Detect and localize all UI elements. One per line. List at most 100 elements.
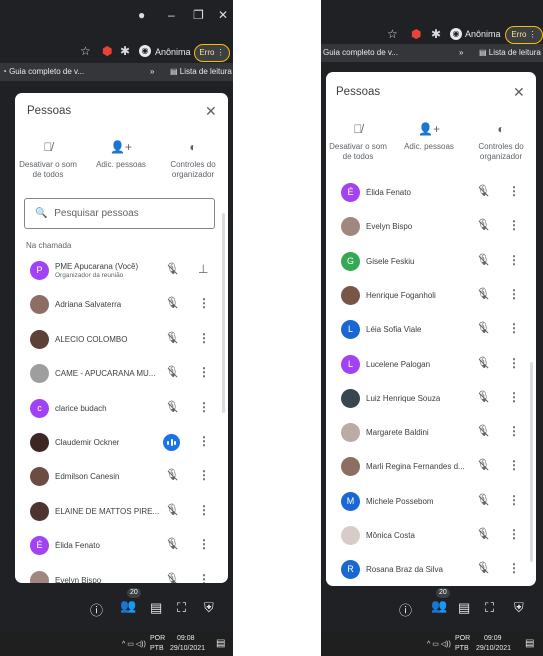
participant-row[interactable]: Henrique Foganholi 🎙 ⋮ (326, 281, 536, 311)
incognito-icon[interactable]: ◉ (450, 28, 462, 40)
mic-off-icon[interactable]: 🎙 (165, 296, 179, 312)
tray-icons[interactable]: ^ ▭ ◁)) (122, 640, 146, 648)
activities-icon[interactable]: ⛶ (485, 600, 494, 616)
participant-row[interactable]: L Lucelene Palogan 🎙 ⋮ (326, 350, 536, 380)
bookmark-item[interactable]: Guia completo de v... (323, 48, 398, 57)
mic-off-icon[interactable]: 🎙 (476, 561, 490, 577)
more-options-icon[interactable]: ⋮ (198, 400, 210, 414)
erro-button[interactable]: Erro ⋮ (194, 44, 230, 62)
participant-row[interactable]: Mônica Costa 🎙 ⋮ (326, 521, 536, 551)
record-icon[interactable]: ● (138, 8, 145, 22)
security-icon[interactable]: ⛨ (204, 600, 214, 616)
participant-row[interactable]: CAME - APUCARANA MU... 🎙 ⋮ (15, 359, 228, 389)
participant-row[interactable]: c clarice budach 🎙 ⋮ (15, 394, 228, 424)
more-options-icon[interactable]: ⋮ (508, 287, 520, 301)
puzzle-icon[interactable]: ✱ (431, 27, 441, 41)
more-options-icon[interactable]: ⋮ (508, 356, 520, 370)
more-options-icon[interactable]: ⋮ (508, 458, 520, 472)
mic-off-icon[interactable]: 🎙 (476, 321, 490, 337)
bookmarks-more[interactable]: » (150, 67, 154, 76)
more-options-icon[interactable]: ⋮ (508, 390, 520, 404)
more-options-icon[interactable]: ⋮ (508, 424, 520, 438)
participant-row[interactable]: M Michele Possebom 🎙 ⋮ (326, 487, 536, 517)
mic-off-icon[interactable]: 🎙 (476, 253, 490, 269)
notification-icon[interactable]: ▤ (525, 638, 534, 649)
search-input[interactable]: 🔍 Pesquisar pessoas (24, 198, 215, 229)
participant-row[interactable]: Evelyn Bispo 🎙 ⋮ (15, 566, 228, 583)
mic-off-icon[interactable]: 🎙 (476, 356, 490, 372)
mic-off-icon[interactable]: 🎙 (165, 365, 179, 381)
mic-off-icon[interactable]: 🎙 (165, 537, 179, 553)
add-people-button[interactable]: 👤+ Adic. pessoas (89, 140, 153, 170)
chat-icon[interactable]: ▤ (458, 600, 470, 616)
more-options-icon[interactable]: ⋮ (198, 572, 210, 583)
pin-icon[interactable]: ⊥ (198, 262, 208, 276)
more-options-icon[interactable]: ⋮ (198, 365, 210, 379)
host-controls-button[interactable]: ◐ Controles do organizador (466, 122, 536, 162)
minimize-icon[interactable]: – (168, 8, 175, 22)
more-options-icon[interactable]: ⋮ (508, 527, 520, 541)
mute-all-button[interactable]: 🎙̸ Desativar o som de todos (18, 140, 78, 180)
reading-list[interactable]: ▤ Lista de leitura (170, 67, 232, 76)
info-icon[interactable]: ⓘ (90, 600, 103, 619)
more-options-icon[interactable]: ⋮ (508, 321, 520, 335)
mic-off-icon[interactable]: 🎙 (165, 262, 179, 278)
info-icon[interactable]: ⓘ (399, 600, 412, 619)
incognito-icon[interactable]: ◉ (139, 45, 151, 57)
bookmarks-more[interactable]: » (459, 48, 463, 57)
host-controls-button[interactable]: ◐ Controles do organizador (158, 140, 228, 180)
mic-off-icon[interactable]: 🎙 (476, 458, 490, 474)
more-options-icon[interactable]: ⋮ (198, 468, 210, 482)
mic-off-icon[interactable]: 🎙 (165, 503, 179, 519)
activities-icon[interactable]: ⛶ (177, 600, 186, 616)
more-options-icon[interactable]: ⋮ (508, 561, 520, 575)
mic-off-icon[interactable]: 🎙 (476, 184, 490, 200)
more-options-icon[interactable]: ⋮ (508, 253, 520, 267)
mic-off-icon[interactable]: 🎙 (165, 468, 179, 484)
chat-icon[interactable]: ▤ (150, 600, 162, 616)
mic-off-icon[interactable]: 🎙 (476, 287, 490, 303)
participant-row[interactable]: ALECIO COLOMBO 🎙 ⋮ (15, 325, 228, 355)
participant-row[interactable]: ELAINE DE MATTOS PIRE... 🎙 ⋮ (15, 497, 228, 527)
maximize-icon[interactable]: ❐ (193, 8, 204, 22)
more-options-icon[interactable]: ⋮ (198, 434, 210, 448)
close-icon[interactable]: ✕ (205, 103, 217, 120)
mic-off-icon[interactable]: 🎙 (476, 527, 490, 543)
people-icon[interactable]: 👥 (431, 598, 447, 614)
mic-off-icon[interactable]: 🎙 (476, 218, 490, 234)
more-options-icon[interactable]: ⋮ (508, 184, 520, 198)
erro-button[interactable]: Erro ⋮ (505, 26, 543, 44)
close-window-icon[interactable]: ✕ (218, 8, 228, 22)
star-icon[interactable]: ☆ (80, 44, 91, 58)
participant-row[interactable]: R Rosana Braz da Silva 🎙 ⋮ (326, 555, 536, 585)
add-people-button[interactable]: 👤+ Adic. pessoas (398, 122, 460, 152)
participant-row[interactable]: L Léia Sofia Viale 🎙 ⋮ (326, 315, 536, 345)
more-options-icon[interactable]: ⋮ (508, 493, 520, 507)
star-icon[interactable]: ☆ (387, 27, 398, 41)
mic-off-icon[interactable]: 🎙 (165, 331, 179, 347)
puzzle-icon[interactable]: ✱ (120, 44, 130, 58)
participant-row[interactable]: Luiz Henrique Souza 🎙 ⋮ (326, 384, 536, 414)
more-options-icon[interactable]: ⋮ (198, 503, 210, 517)
mute-all-button[interactable]: 🎙̸ Desativar o som de todos (328, 122, 388, 162)
more-options-icon[interactable]: ⋮ (198, 296, 210, 310)
participant-row[interactable]: P PME Apucarana (Você) Organizador da reun… (15, 256, 228, 286)
close-icon[interactable]: ✕ (513, 84, 525, 101)
mic-off-icon[interactable]: 🎙 (476, 424, 490, 440)
participant-row[interactable]: É Élida Fenato 🎙 ⋮ (15, 531, 228, 561)
extension-icon[interactable]: ⬢ (411, 27, 421, 41)
extension-icon[interactable]: ⬢ (102, 44, 112, 58)
participant-row[interactable]: Margarete Baldini 🎙 ⋮ (326, 418, 536, 448)
participant-row[interactable]: Marli Regina Fernandes d... 🎙 ⋮ (326, 452, 536, 482)
notification-icon[interactable]: ▤ (216, 638, 225, 649)
scrollbar[interactable] (530, 362, 533, 562)
participant-row[interactable]: Adriana Salvaterra 🎙 ⋮ (15, 290, 228, 320)
participant-row[interactable]: É Élida Fenato 🎙 ⋮ (326, 178, 536, 208)
scrollbar[interactable] (222, 213, 225, 413)
tray-icons[interactable]: ^ ▭ ◁)) (427, 640, 451, 648)
mic-off-icon[interactable]: 🎙 (165, 572, 179, 583)
more-options-icon[interactable]: ⋮ (198, 537, 210, 551)
participant-row[interactable]: G Gisele Feskiu 🎙 ⋮ (326, 247, 536, 277)
people-icon[interactable]: 👥 (120, 598, 136, 614)
participant-row[interactable]: Edmilson Canesin 🎙 ⋮ (15, 462, 228, 492)
